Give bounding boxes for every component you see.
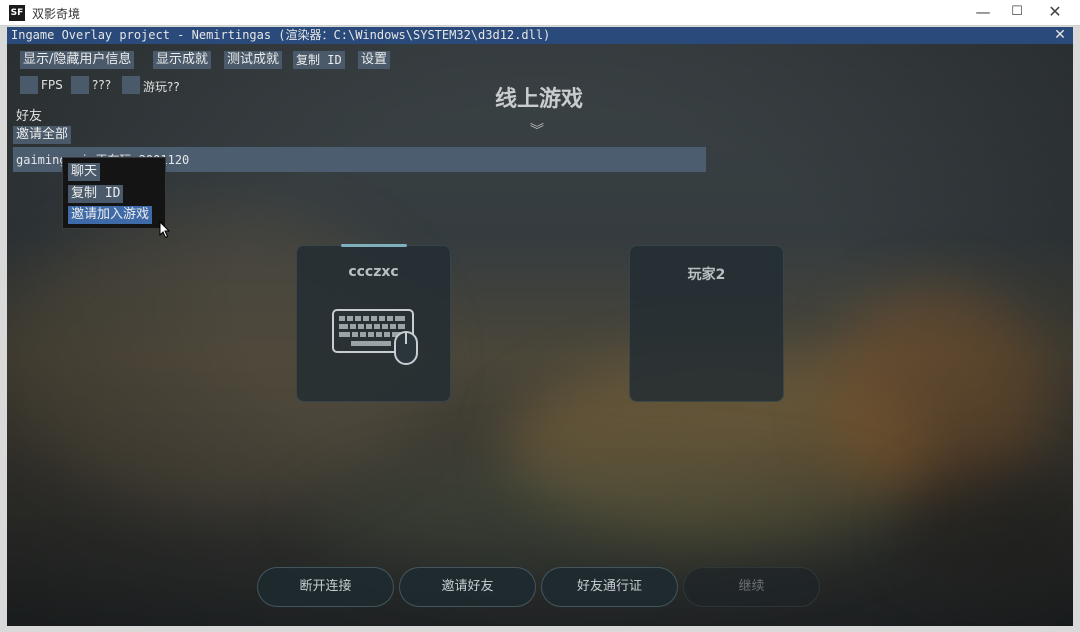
continue-button[interactable]: 继续	[683, 567, 820, 607]
app-icon: SF	[9, 5, 25, 21]
chevron-down-icon[interactable]: ︾	[530, 124, 544, 138]
overlay-header: Ingame Overlay project - Nemirtingas (渲染…	[7, 27, 1073, 44]
overlay-close-icon[interactable]: ✕	[1050, 27, 1070, 44]
fps-checkbox[interactable]	[20, 76, 38, 94]
invite-to-game-menu-item[interactable]: 邀请加入游戏	[68, 206, 153, 224]
maximize-button[interactable]: ☐	[998, 0, 1036, 26]
mouse-cursor-icon	[159, 221, 171, 239]
invite-all-button[interactable]: 邀请全部	[13, 126, 72, 144]
game-viewport: 线上游戏 ︾ ccczxc 玩家2 断开连接 邀请好友 好友通行证 继续	[7, 27, 1073, 626]
player-card-1[interactable]: ccczxc	[296, 244, 451, 402]
card-accent	[341, 244, 407, 247]
vignette	[7, 27, 1073, 626]
window-title: 双影奇境	[32, 7, 81, 21]
page-title: 线上游戏	[494, 87, 583, 112]
window-titlebar: SF 双影奇境 — ☐ ✕	[0, 0, 1080, 26]
unknown-label: ???	[92, 78, 112, 92]
fps-label: FPS	[41, 78, 63, 92]
friend-context-menu: 聊天 复制 ID 邀请加入游戏	[62, 157, 166, 229]
chat-menu-item[interactable]: 聊天	[68, 163, 101, 181]
minimize-button[interactable]: —	[964, 0, 1002, 26]
toggle-user-info-button[interactable]: 显示/隐藏用户信息	[20, 51, 135, 69]
disconnect-button[interactable]: 断开连接	[257, 567, 394, 607]
friends-label: 好友	[16, 109, 43, 124]
close-window-button[interactable]: ✕	[1036, 0, 1074, 26]
playing-label: 游玩??	[143, 80, 180, 94]
copy-id-menu-item[interactable]: 复制 ID	[68, 185, 124, 203]
show-achievements-button[interactable]: 显示成就	[153, 51, 212, 69]
player-name: ccczxc	[348, 264, 399, 280]
friend-pass-button[interactable]: 好友通行证	[541, 567, 678, 607]
test-achievement-button[interactable]: 测试成就	[224, 51, 283, 69]
settings-button[interactable]: 设置	[358, 51, 391, 69]
unknown-checkbox[interactable]	[71, 76, 89, 94]
copy-id-button[interactable]: 复制 ID	[293, 51, 345, 69]
keyboard-mouse-icon	[332, 309, 418, 365]
player-card-2[interactable]: 玩家2	[629, 245, 784, 402]
playing-checkbox[interactable]	[122, 76, 140, 94]
player-name: 玩家2	[687, 267, 726, 283]
invite-friends-button[interactable]: 邀请好友	[399, 567, 536, 607]
